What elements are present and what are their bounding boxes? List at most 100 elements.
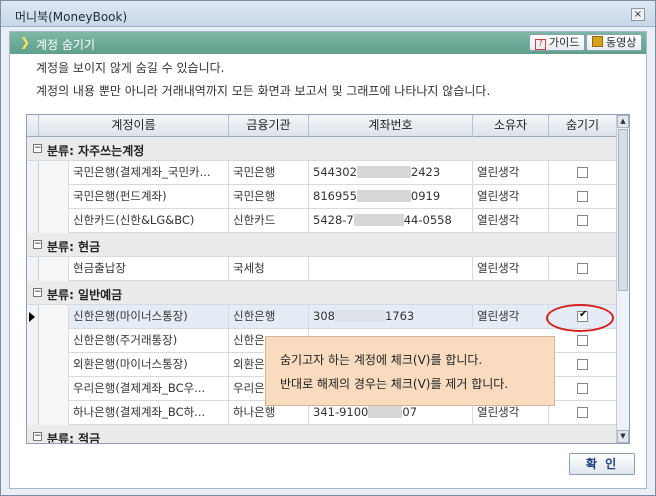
column-header-account-name[interactable]: 계정이름: [39, 115, 229, 137]
video-label: 동영상: [606, 36, 637, 49]
row-indent: [39, 209, 69, 233]
current-row-arrow-icon: [29, 312, 35, 322]
table-row[interactable]: 국민은행(펀드계좌) 국민은행 816955 0919 열린생각: [27, 185, 617, 209]
account-number-prefix: 341-9100: [313, 405, 369, 419]
hide-checkbox[interactable]: [577, 383, 588, 394]
bank: 신한은행: [229, 305, 309, 329]
grid-corner: [27, 115, 39, 137]
row-selector[interactable]: [27, 329, 39, 353]
owner: 열린생각: [473, 185, 549, 209]
owner: 열린생각: [473, 305, 549, 329]
hide-checkbox[interactable]: [577, 263, 588, 274]
row-indent: [39, 401, 69, 425]
bank: 국민은행: [229, 185, 309, 209]
owner: 열린생각: [473, 257, 549, 281]
account-number: 308 1763: [309, 305, 473, 329]
window-title: 머니북(MoneyBook): [15, 10, 128, 24]
bank: 국세청: [229, 257, 309, 281]
account-number-suffix: 0919: [410, 189, 441, 203]
row-selector[interactable]: [27, 353, 39, 377]
group-label: 분류: 자주쓰는계정: [47, 144, 145, 158]
collapse-icon[interactable]: −: [33, 240, 42, 249]
guide-button[interactable]: ? 가이드: [529, 34, 586, 51]
moneybook-window: 머니북(MoneyBook) × ❯ 계정 숨기기 ? 가이드 동영상 계정을 보…: [0, 0, 656, 496]
row-indent: [39, 353, 69, 377]
row-selector[interactable]: [27, 209, 39, 233]
hide-checkbox[interactable]: [577, 215, 588, 226]
masked-area: [353, 214, 404, 226]
section-title: 계정 숨기기: [36, 38, 96, 52]
masked-area: [334, 310, 385, 322]
column-header-owner[interactable]: 소유자: [473, 115, 549, 137]
dialog-body: ❯ 계정 숨기기 ? 가이드 동영상 계정을 보이지 않게 숨길 수 있습니다. …: [9, 31, 647, 489]
row-indent: [39, 185, 69, 209]
group-row[interactable]: − 분류: 자주쓰는계정: [27, 137, 617, 161]
column-header-account-number[interactable]: 계좌번호: [309, 115, 473, 137]
account-name: 하나은행(결제계좌_BC하...: [69, 401, 229, 425]
row-indent: [39, 161, 69, 185]
table-row[interactable]: 현금출납장 국세청 열린생각: [27, 257, 617, 281]
hide-checkbox[interactable]: [577, 191, 588, 202]
hide-checkbox[interactable]: [577, 407, 588, 418]
account-number-prefix: 5428-7: [313, 213, 354, 227]
row-indent: [39, 257, 69, 281]
scroll-down-icon[interactable]: ▼: [617, 430, 629, 443]
row-indent: [39, 329, 69, 353]
chevron-right-icon: ❯: [20, 35, 31, 49]
collapse-icon[interactable]: −: [33, 288, 42, 297]
table-row-selected[interactable]: 신한은행(마이너스통장) 신한은행 308 1763 열린생각: [27, 305, 617, 329]
account-number-prefix: 544302: [313, 165, 357, 179]
row-selector[interactable]: [27, 185, 39, 209]
group-label: 분류: 적금: [47, 432, 101, 444]
group-row[interactable]: − 분류: 현금: [27, 233, 617, 257]
account-name: 현금출납장: [69, 257, 229, 281]
masked-area: [356, 190, 411, 202]
column-header-hide[interactable]: 숨기기: [549, 115, 617, 137]
row-selector[interactable]: [27, 161, 39, 185]
scroll-thumb[interactable]: [618, 129, 628, 291]
account-name: 국민은행(펀드계좌): [69, 185, 229, 209]
confirm-button[interactable]: 확 인: [569, 453, 635, 475]
account-number-prefix: 308: [313, 309, 335, 323]
collapse-icon[interactable]: −: [33, 144, 42, 153]
collapse-icon[interactable]: −: [33, 432, 42, 441]
hide-checkbox[interactable]: [577, 359, 588, 370]
title-bar: 머니북(MoneyBook) ×: [1, 1, 655, 27]
video-button[interactable]: 동영상: [586, 34, 643, 51]
hide-checkbox[interactable]: [577, 167, 588, 178]
account-name: 국민은행(결제계좌_국민카...: [69, 161, 229, 185]
account-name: 외환은행(마이너스통장): [69, 353, 229, 377]
help-icon: ?: [535, 39, 546, 50]
row-selector[interactable]: [27, 305, 39, 329]
vertical-scrollbar[interactable]: ▲ ▼: [616, 115, 629, 443]
bank: 신한카드: [229, 209, 309, 233]
account-number-suffix: 07: [402, 405, 418, 419]
table-row[interactable]: 국민은행(결제계좌_국민카... 국민은행 544302 2423 열린생각: [27, 161, 617, 185]
account-number-suffix: 44-0558: [403, 213, 452, 227]
row-selector[interactable]: [27, 257, 39, 281]
column-header-bank[interactable]: 금융기관: [229, 115, 309, 137]
group-label: 분류: 현금: [47, 240, 101, 254]
description-line-1: 계정을 보이지 않게 숨길 수 있습니다.: [36, 61, 225, 75]
help-callout: 숨기고자 하는 계정에 체크(V)를 합니다. 반대로 해제의 경우는 체크(V…: [265, 336, 555, 406]
account-number: 5428-7 44-0558: [309, 209, 473, 233]
owner: 열린생각: [473, 209, 549, 233]
account-number: 816955 0919: [309, 185, 473, 209]
group-row[interactable]: − 분류: 적금: [27, 425, 617, 444]
row-selector[interactable]: [27, 377, 39, 401]
row-selector[interactable]: [27, 401, 39, 425]
video-icon: [592, 36, 603, 47]
table-row[interactable]: 신한카드(신한&LG&BC) 신한카드 5428-7 44-0558 열린생각: [27, 209, 617, 233]
scroll-up-icon[interactable]: ▲: [617, 115, 629, 128]
masked-area: [356, 166, 411, 178]
row-indent: [39, 305, 69, 329]
close-button[interactable]: ×: [631, 8, 645, 21]
owner: 열린생각: [473, 161, 549, 185]
account-name: 신한은행(마이너스통장): [69, 305, 229, 329]
group-row[interactable]: − 분류: 일반예금: [27, 281, 617, 305]
account-number-suffix: 2423: [410, 165, 441, 179]
account-name: 신한은행(주거래통장): [69, 329, 229, 353]
callout-line-1: 숨기고자 하는 계정에 체크(V)를 합니다.: [280, 353, 483, 367]
account-name: 우리은행(결제계좌_BC우...: [69, 377, 229, 401]
hide-checkbox[interactable]: [577, 335, 588, 346]
